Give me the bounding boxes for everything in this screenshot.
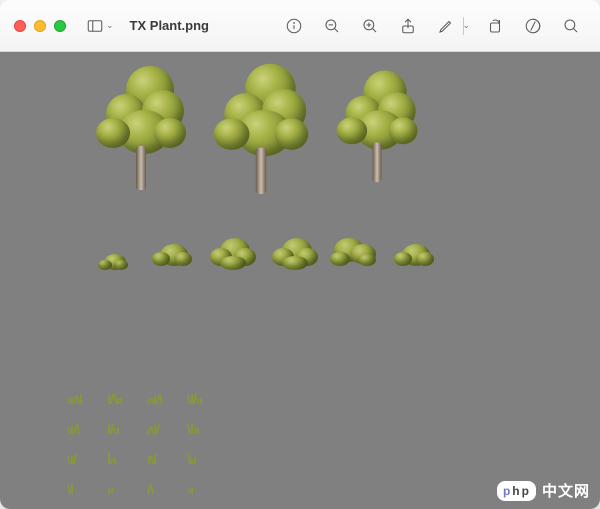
inspector-icon [524,17,542,35]
tree-sprite [337,71,418,152]
close-button[interactable] [14,20,26,32]
grass-sprite [186,450,204,464]
minimize-button[interactable] [34,20,46,32]
grass-sprite [106,420,124,434]
title-bar: ⌄ TX Plant.png ⌄ [0,0,600,52]
zoom-in-icon [361,17,379,35]
grass-sprite [106,390,124,404]
grass-sprite [146,390,164,404]
zoom-in-button[interactable] [355,13,385,39]
zoom-out-icon [323,17,341,35]
pencil-icon [437,17,455,35]
grass-sprite [106,450,124,464]
watermark-badge: p h p [497,481,536,501]
grass-sprite [146,480,164,494]
preview-window: ⌄ TX Plant.png ⌄ [0,0,600,509]
watermark: p h p 中文网 [497,480,590,501]
grass-sprite [66,420,84,434]
share-icon [399,17,417,35]
tree-sprite [96,66,186,156]
info-icon [285,17,303,35]
chevron-down-icon[interactable]: ⌄ [106,20,114,31]
tree-sprite [214,64,309,159]
chevron-down-icon[interactable]: ⌄ [462,20,470,31]
grass-sprite [186,480,204,494]
grass-sprite [106,480,124,494]
bush-sprite [210,236,252,266]
bush-sprite [152,238,194,268]
rotate-icon [486,17,504,35]
grass-sprite [66,480,84,494]
grass-sprite [146,420,164,434]
bush-sprite [96,242,138,272]
markup-button[interactable] [431,13,461,39]
rotate-button[interactable] [480,13,510,39]
grass-sprite [186,420,204,434]
watermark-text: 中文网 [542,480,590,501]
grass-sprite [146,450,164,464]
bush-sprite [272,236,314,266]
bush-sprite [330,236,372,266]
inspector-button[interactable] [518,13,548,39]
grass-sprite [186,390,204,404]
fullscreen-button[interactable] [54,20,66,32]
share-button[interactable] [393,13,423,39]
image-canvas: p h p 中文网 [0,52,600,509]
window-title: TX Plant.png [130,18,209,33]
info-button[interactable] [279,13,309,39]
sidebar-icon [86,17,104,35]
window-controls [14,20,66,32]
search-button[interactable] [556,13,586,39]
zoom-out-button[interactable] [317,13,347,39]
grass-sprite [66,450,84,464]
grass-sprite [66,390,84,404]
search-icon [562,17,580,35]
bush-sprite [394,238,436,268]
